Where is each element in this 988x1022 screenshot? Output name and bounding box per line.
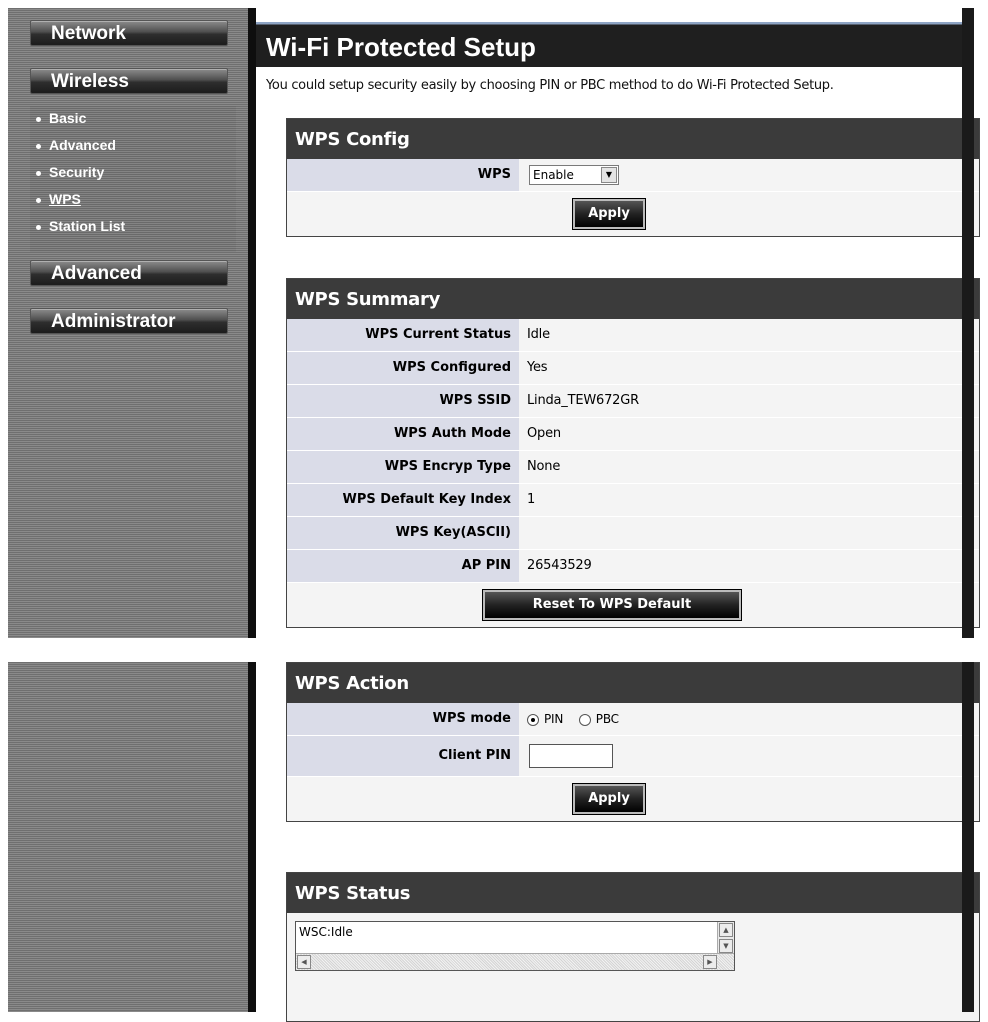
sidebar-lower bbox=[8, 662, 248, 1012]
pbc-radio[interactable] bbox=[578, 713, 591, 726]
section-header: WPS Action bbox=[287, 663, 979, 703]
client-pin-label: Client PIN bbox=[287, 736, 519, 776]
summary-value: Open bbox=[527, 426, 561, 441]
summary-label: WPS Auth Mode bbox=[287, 418, 519, 450]
main-content: Wi-Fi Protected Setup You could setup se… bbox=[256, 8, 980, 638]
bullet-icon bbox=[36, 197, 41, 203]
summary-value: Yes bbox=[527, 360, 548, 375]
wps-config-section: WPS Config WPS Enable ▼ Apply bbox=[286, 118, 980, 237]
menu-network[interactable]: Network bbox=[30, 20, 228, 46]
section-header: WPS Summary bbox=[287, 279, 979, 319]
summary-row: WPS SSID Linda_TEW672GR bbox=[287, 385, 979, 418]
scroll-down-icon[interactable]: ▼ bbox=[719, 939, 733, 953]
summary-label: WPS SSID bbox=[287, 385, 519, 417]
wps-status-textarea[interactable]: WSC:Idle ▲ ▼ ◀ ▶ bbox=[295, 921, 735, 971]
submenu-item-security[interactable]: Security bbox=[36, 163, 104, 181]
submenu-item-station-list[interactable]: Station List bbox=[36, 217, 125, 235]
intro-text: You could setup security easily by choos… bbox=[266, 78, 834, 93]
summary-row: WPS Encryp Type None bbox=[287, 451, 979, 484]
summary-value: 26543529 bbox=[527, 558, 592, 573]
wps-select[interactable]: Enable ▼ bbox=[529, 165, 619, 185]
config-button-row: Apply bbox=[287, 192, 979, 236]
lower-panel: WPS Action WPS mode PIN PBC Client PIN A… bbox=[8, 662, 980, 1022]
chevron-down-icon: ▼ bbox=[601, 167, 617, 183]
wireless-submenu: Basic Advanced Security WPS Station List bbox=[30, 106, 236, 252]
submenu-item-basic[interactable]: Basic bbox=[36, 109, 86, 127]
summary-label: AP PIN bbox=[287, 550, 519, 582]
right-border bbox=[962, 662, 974, 1012]
bullet-icon bbox=[36, 116, 41, 122]
wps-mode-row: WPS mode PIN PBC bbox=[287, 703, 979, 736]
summary-value: Idle bbox=[527, 327, 550, 342]
summary-row: WPS Key(ASCII) bbox=[287, 517, 979, 550]
submenu-item-wps[interactable]: WPS bbox=[36, 190, 81, 208]
summary-row: WPS Current Status Idle bbox=[287, 319, 979, 352]
pin-radio[interactable] bbox=[527, 713, 539, 726]
action-apply-button[interactable]: Apply bbox=[572, 783, 646, 815]
wps-action-section: WPS Action WPS mode PIN PBC Client PIN A… bbox=[286, 662, 980, 822]
main-content-lower: WPS Action WPS mode PIN PBC Client PIN A… bbox=[256, 662, 980, 1022]
config-apply-button[interactable]: Apply bbox=[572, 198, 646, 230]
sidebar-divider bbox=[248, 8, 256, 638]
scroll-right-icon[interactable]: ▶ bbox=[703, 955, 717, 969]
summary-row: AP PIN 26543529 bbox=[287, 550, 979, 583]
horizontal-scrollbar[interactable]: ◀ ▶ bbox=[296, 953, 734, 970]
title-bar: Wi-Fi Protected Setup bbox=[256, 22, 962, 67]
bullet-icon bbox=[36, 224, 41, 230]
action-button-row: Apply bbox=[287, 777, 979, 821]
upper-panel: Network Wireless Basic Advanced Security… bbox=[8, 8, 980, 638]
wps-mode-options: PIN PBC bbox=[527, 703, 619, 735]
wps-summary-section: WPS Summary WPS Current Status Idle WPS C… bbox=[286, 278, 980, 628]
summary-label: WPS Encryp Type bbox=[287, 451, 519, 483]
wps-row: WPS Enable ▼ bbox=[287, 159, 979, 192]
vertical-scrollbar[interactable]: ▲ ▼ bbox=[717, 922, 734, 956]
sidebar-divider bbox=[248, 662, 256, 1012]
summary-label: WPS Current Status bbox=[287, 319, 519, 351]
bullet-icon bbox=[36, 143, 41, 149]
summary-row: WPS Configured Yes bbox=[287, 352, 979, 385]
menu-wireless[interactable]: Wireless bbox=[30, 68, 228, 94]
reset-wps-default-button[interactable]: Reset To WPS Default bbox=[482, 589, 742, 621]
summary-label: WPS Default Key Index bbox=[287, 484, 519, 516]
client-pin-row: Client PIN bbox=[287, 736, 979, 777]
bullet-icon bbox=[36, 170, 41, 176]
summary-value: Linda_TEW672GR bbox=[527, 393, 639, 408]
summary-label: WPS Configured bbox=[287, 352, 519, 384]
summary-row: WPS Default Key Index 1 bbox=[287, 484, 979, 517]
summary-value: None bbox=[527, 459, 561, 474]
wps-mode-label: WPS mode bbox=[287, 703, 519, 735]
status-text: WSC:Idle bbox=[299, 925, 353, 939]
submenu-item-advanced[interactable]: Advanced bbox=[36, 136, 116, 154]
menu-administrator[interactable]: Administrator bbox=[30, 308, 228, 334]
summary-label: WPS Key(ASCII) bbox=[287, 517, 519, 549]
right-border bbox=[962, 8, 974, 638]
summary-value: 1 bbox=[527, 492, 536, 507]
wps-label: WPS bbox=[287, 159, 519, 191]
sidebar: Network Wireless Basic Advanced Security… bbox=[8, 8, 248, 638]
summary-row: WPS Auth Mode Open bbox=[287, 418, 979, 451]
summary-button-row: Reset To WPS Default bbox=[287, 583, 979, 627]
page-title: Wi-Fi Protected Setup bbox=[266, 32, 536, 62]
scroll-left-icon[interactable]: ◀ bbox=[297, 955, 311, 969]
section-header: WPS Config bbox=[287, 119, 979, 159]
wps-status-section: WPS Status WSC:Idle ▲ ▼ ◀ ▶ bbox=[286, 872, 980, 1022]
section-header: WPS Status bbox=[287, 873, 979, 913]
menu-advanced[interactable]: Advanced bbox=[30, 260, 228, 286]
scroll-up-icon[interactable]: ▲ bbox=[719, 923, 733, 937]
client-pin-input[interactable] bbox=[529, 744, 613, 768]
